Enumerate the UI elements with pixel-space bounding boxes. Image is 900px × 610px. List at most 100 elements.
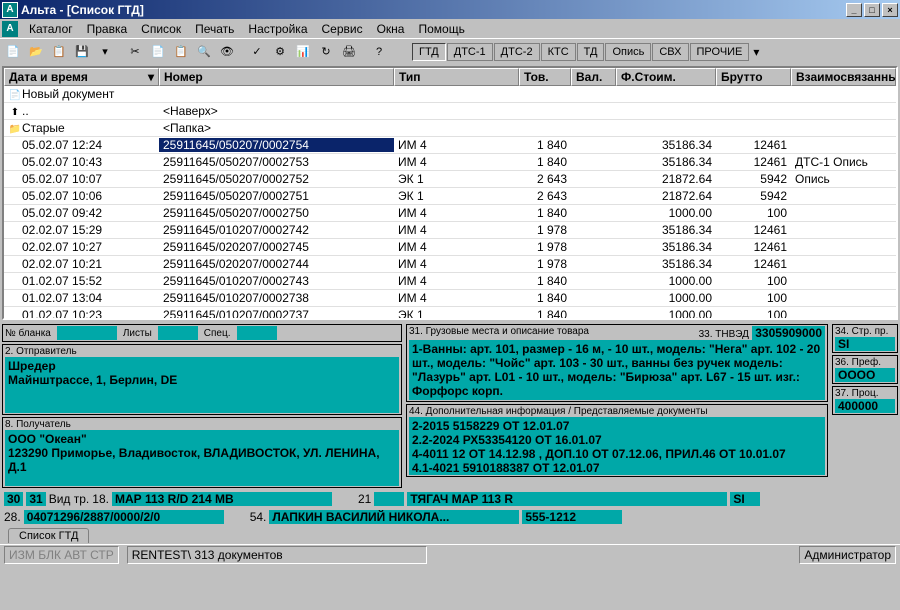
refresh-icon[interactable]: ↻ [315, 41, 337, 63]
tab-dts1[interactable]: ДТС-1 [447, 43, 493, 61]
table-row[interactable]: 02.02.07 10:2125911645/020207/0002744ИМ … [4, 256, 896, 273]
tab-opis[interactable]: Опись [605, 43, 651, 61]
field-28-label: 28. [4, 510, 21, 524]
table-row[interactable]: 02.02.07 15:2925911645/010207/0002742ИМ … [4, 222, 896, 239]
field-si[interactable]: SI [730, 492, 760, 506]
docs-label: 44. Дополнительная информация / Представ… [409, 406, 825, 417]
tnved-value[interactable]: 3305909000 [752, 326, 825, 340]
table-row[interactable]: ⬆..<Наверх> [4, 103, 896, 120]
table-row[interactable]: 05.02.07 10:4325911645/050207/0002753ИМ … [4, 154, 896, 171]
tool1-icon[interactable]: ⚙ [269, 41, 291, 63]
field-18-value[interactable]: МАР 113 R/D 214 МВ [112, 492, 332, 506]
menu-edit[interactable]: Правка [80, 20, 135, 38]
sheets-value[interactable] [158, 326, 198, 340]
mdi-icon: А [2, 21, 18, 37]
spec-value[interactable] [237, 326, 277, 340]
tab-dts2[interactable]: ДТС-2 [494, 43, 540, 61]
status-info: RENTEST\ 313 документов [127, 546, 427, 564]
field-54-phone[interactable]: 555-1212 [522, 510, 622, 524]
table-body[interactable]: 📄Новый документ⬆..<Наверх>📁Старые<Папка>… [4, 86, 896, 318]
table-row[interactable]: 05.02.07 09:4225911645/050207/0002750ИМ … [4, 205, 896, 222]
table-row[interactable]: 05.02.07 12:2425911645/050207/0002754ИМ … [4, 137, 896, 154]
copy2-icon[interactable]: 📄 [147, 41, 169, 63]
status-flags: ИЗМ БЛК АВТ СТР [4, 546, 119, 564]
dropdown-icon[interactable]: ▾ [94, 41, 116, 63]
blank-label: № бланка [5, 328, 51, 339]
col-cost[interactable]: Ф.Стоим. [616, 68, 716, 86]
tab-gtd[interactable]: ГТД [412, 43, 446, 61]
binoculars-icon[interactable]: 👁 [216, 41, 238, 63]
copy-icon[interactable]: 📋 [48, 41, 70, 63]
receiver-value[interactable]: ООО "Океан" 123290 Приморье, Владивосток… [5, 430, 399, 486]
find-icon[interactable]: 🔍 [193, 41, 215, 63]
field-21-pre[interactable] [374, 492, 404, 506]
country-label: 34. Стр. пр. [835, 326, 895, 337]
cargo-value[interactable]: 1-Ванны: арт. 101, размер - 16 м, - 10 ш… [409, 340, 825, 400]
country-value[interactable]: SI [835, 337, 895, 351]
field-54-label: 54. [250, 510, 267, 524]
pref-value[interactable]: ОООО [835, 368, 895, 382]
help-icon[interactable]: ? [368, 41, 390, 63]
field-54-value[interactable]: ЛАПКИН ВАСИЛИЙ НИКОЛА... [269, 510, 519, 524]
field-18-label: 18. [92, 492, 109, 506]
minimize-button[interactable]: _ [846, 3, 862, 17]
open-icon[interactable]: 📂 [25, 41, 47, 63]
tnved-label: 33. ТНВЭД [699, 329, 749, 340]
proc-label: 37. Проц. [835, 388, 895, 399]
check-icon[interactable]: ✓ [246, 41, 268, 63]
menu-service[interactable]: Сервис [315, 20, 370, 38]
table-row[interactable]: 05.02.07 10:0725911645/050207/0002752ЭК … [4, 171, 896, 188]
statusbar: ИЗМ БЛК АВТ СТР RENTEST\ 313 документов … [0, 544, 900, 564]
menu-help[interactable]: Помощь [411, 20, 471, 38]
blank-value[interactable] [57, 326, 117, 340]
col-goods[interactable]: Тов. [519, 68, 571, 86]
field-21-value[interactable]: ТЯГАЧ МАР 113 R [407, 492, 727, 506]
table-row[interactable]: 01.02.07 13:0425911645/010207/0002738ИМ … [4, 290, 896, 307]
table-header: Дата и время▾ Номер Тип Тов. Вал. Ф.Стои… [4, 68, 896, 86]
tool2-icon[interactable]: 📊 [292, 41, 314, 63]
table-row[interactable]: 📄Новый документ [4, 86, 896, 103]
menu-windows[interactable]: Окна [370, 20, 412, 38]
tab-td[interactable]: ТД [577, 43, 605, 61]
sender-value[interactable]: Шредер Майнштрассе, 1, Берлин, DE [5, 357, 399, 413]
titlebar: А Альта - [Список ГТД] _ □ × [0, 0, 900, 19]
sender-label: 2. Отправитель [5, 346, 399, 357]
menu-print[interactable]: Печать [188, 20, 241, 38]
table-row[interactable]: 01.02.07 10:2325911645/010207/0002737ЭК … [4, 307, 896, 318]
table-row[interactable]: 02.02.07 10:2725911645/020207/0002745ИМ … [4, 239, 896, 256]
col-linked[interactable]: Взаимосвязанные [791, 68, 896, 86]
col-number[interactable]: Номер [159, 68, 394, 86]
docs-value[interactable]: 2-2015 5158229 ОТ 12.01.07 2.2-2024 РХ53… [409, 417, 825, 475]
field-30[interactable]: 30 [4, 492, 23, 506]
table-row[interactable]: 📁Старые<Папка> [4, 120, 896, 137]
col-type[interactable]: Тип [394, 68, 519, 86]
proc-value[interactable]: 400000 [835, 399, 895, 413]
new-doc-icon[interactable]: 📄 [2, 41, 24, 63]
maximize-button[interactable]: □ [864, 3, 880, 17]
vid-label: Вид тр. [49, 492, 90, 506]
field-28-value[interactable]: 04071296/2887/0000/2/0 [24, 510, 224, 524]
print-icon[interactable]: 🖨 [338, 41, 360, 63]
field-31[interactable]: 31 [26, 492, 45, 506]
tab-svh[interactable]: СВХ [652, 43, 688, 61]
declarations-table: Дата и время▾ Номер Тип Тов. Вал. Ф.Стои… [2, 66, 898, 320]
paste-icon[interactable]: 📋 [170, 41, 192, 63]
col-date[interactable]: Дата и время▾ [4, 68, 159, 86]
col-gross[interactable]: Брутто [716, 68, 791, 86]
pref-label: 36. Преф. [835, 357, 895, 368]
save-icon[interactable]: 💾 [71, 41, 93, 63]
close-button[interactable]: × [882, 3, 898, 17]
menu-catalog[interactable]: Каталог [22, 20, 80, 38]
dropdown-arrow-icon[interactable]: ▾ [750, 45, 762, 59]
col-currency[interactable]: Вал. [571, 68, 616, 86]
doc-tab-list[interactable]: Список ГТД [8, 528, 89, 543]
table-row[interactable]: 01.02.07 15:5225911645/010207/0002743ИМ … [4, 273, 896, 290]
tab-other[interactable]: ПРОЧИЕ [690, 43, 750, 61]
tab-kts[interactable]: КТС [541, 43, 576, 61]
menu-settings[interactable]: Настройка [241, 20, 314, 38]
table-row[interactable]: 05.02.07 10:0625911645/050207/0002751ЭК … [4, 188, 896, 205]
document-tabs: Список ГТД [0, 526, 900, 544]
receiver-label: 8. Получатель [5, 419, 399, 430]
cut-icon[interactable]: ✂ [124, 41, 146, 63]
menu-list[interactable]: Список [134, 20, 188, 38]
